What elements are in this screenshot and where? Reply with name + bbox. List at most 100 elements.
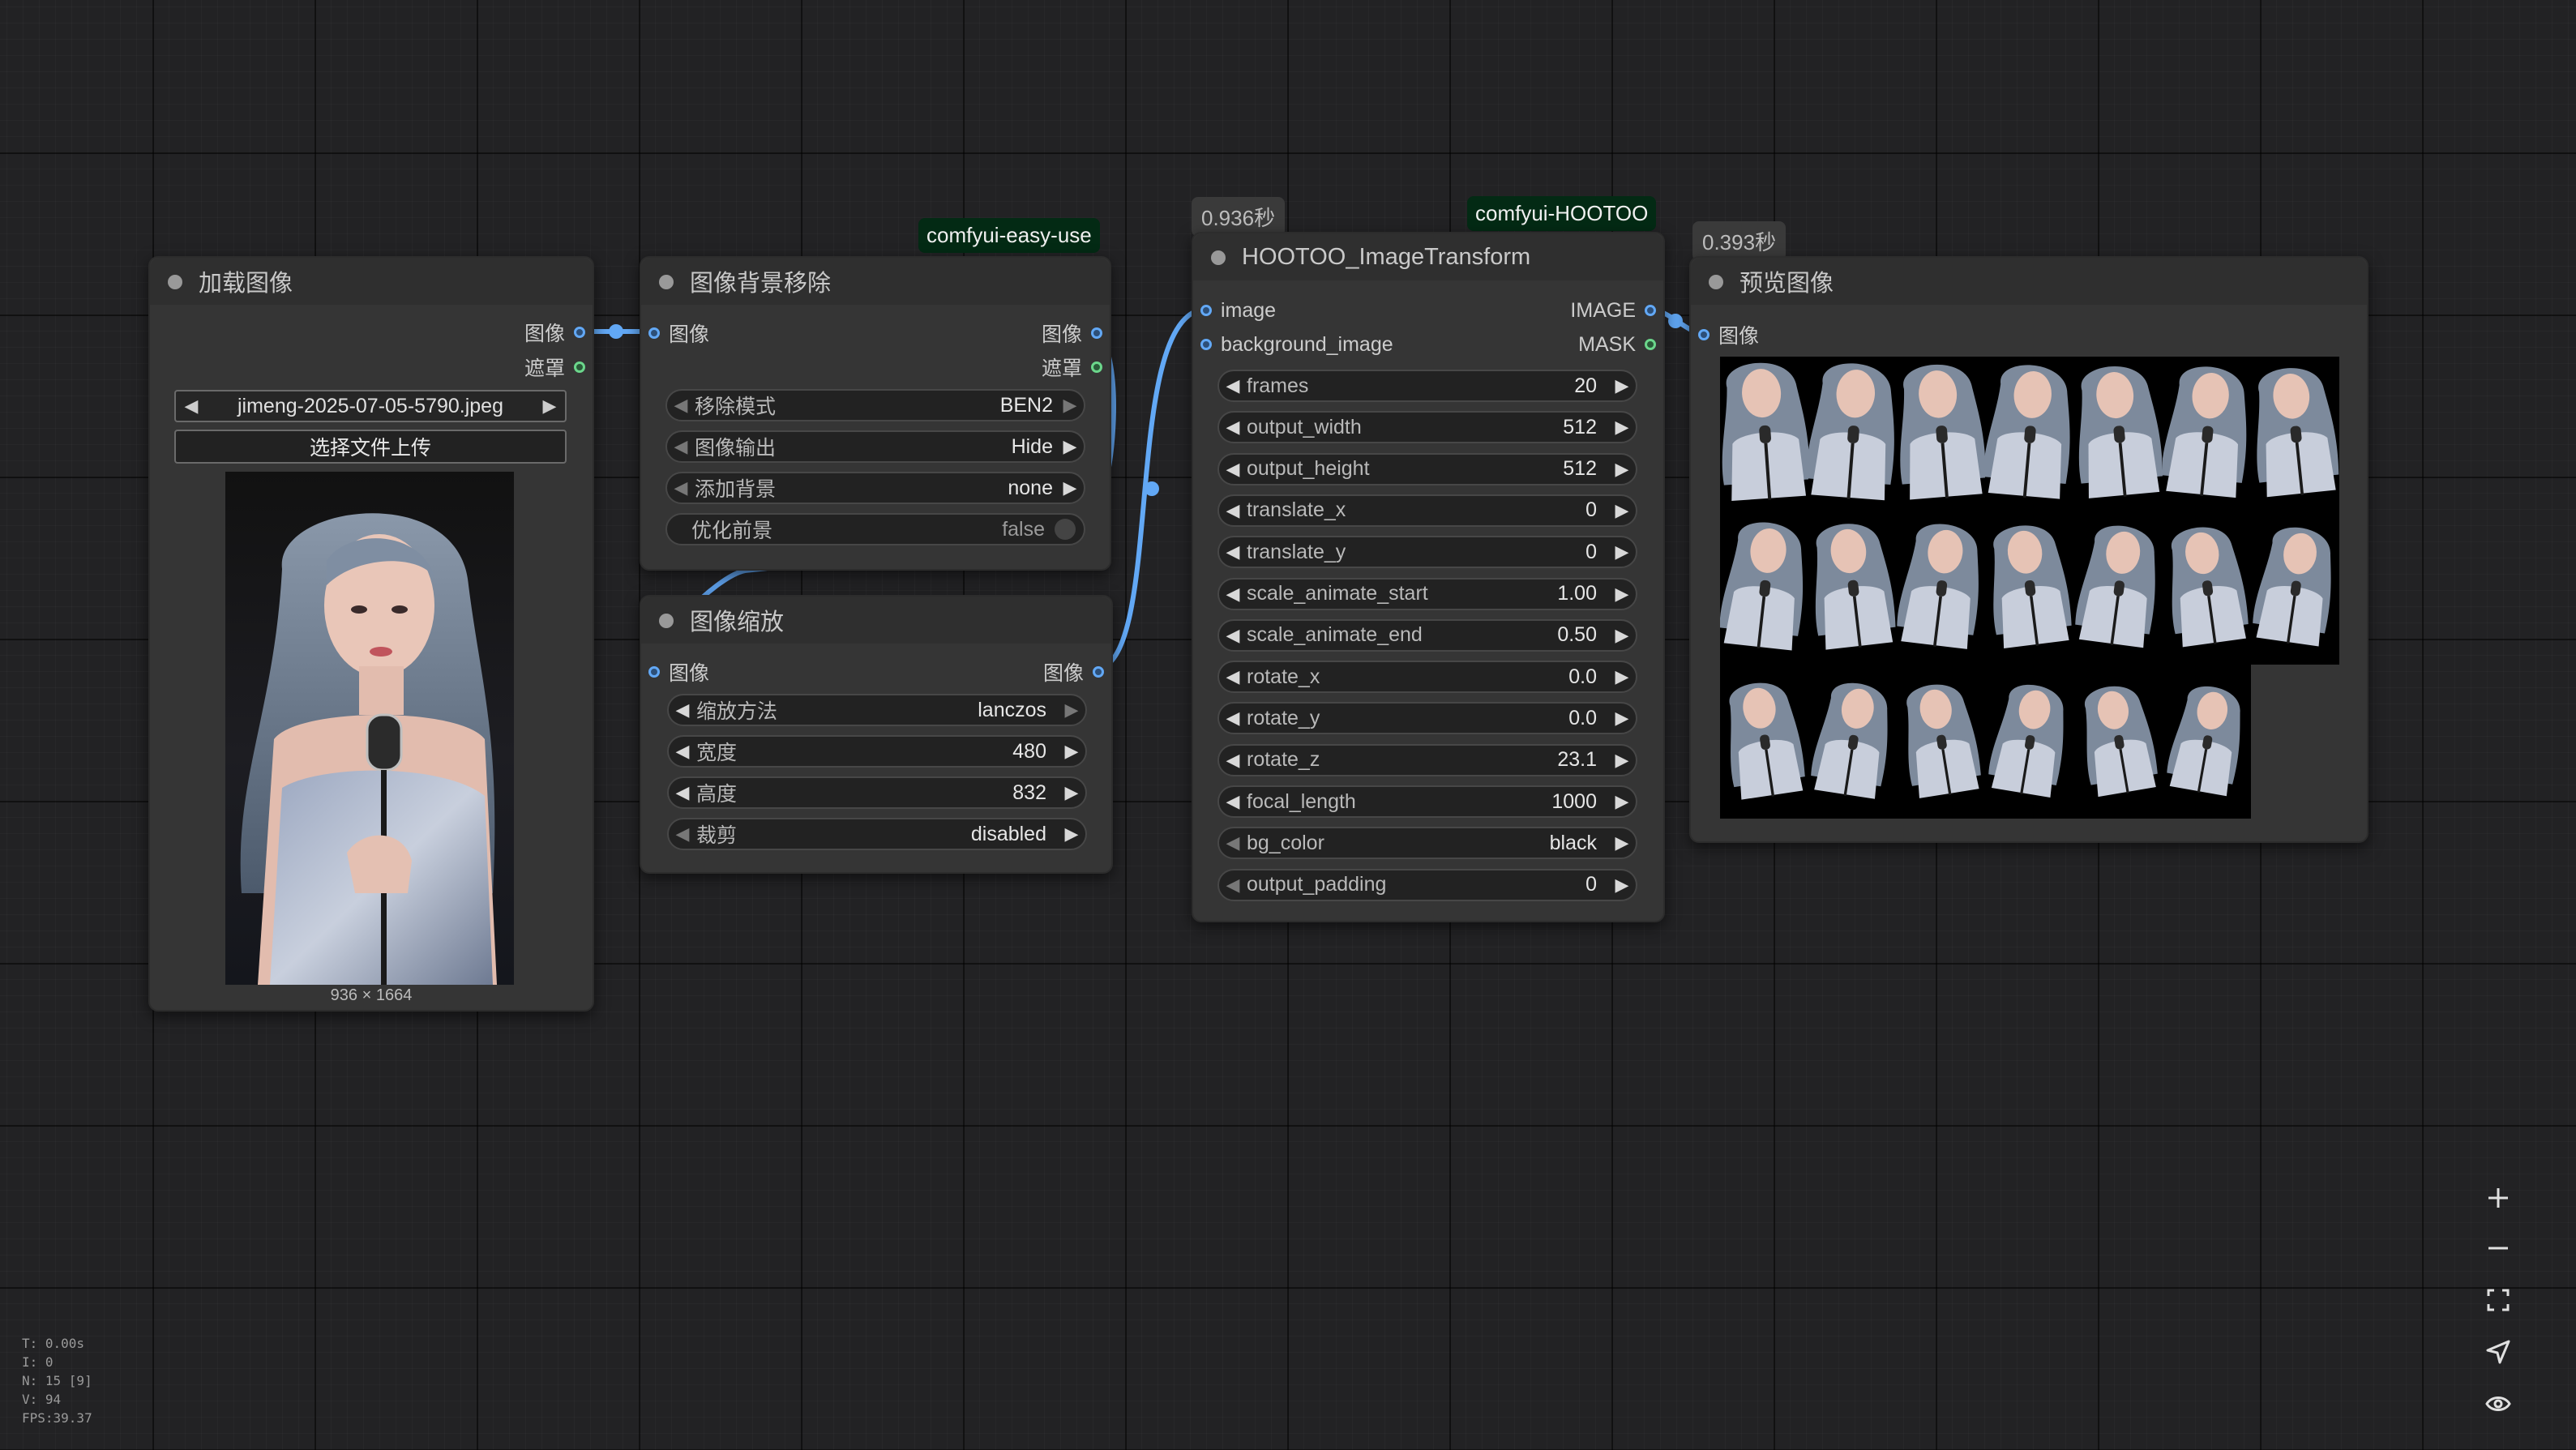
upload-button[interactable]: 选择文件上传 — [174, 430, 567, 464]
increment-arrow-icon[interactable]: ▶ — [1058, 741, 1085, 762]
preview-frame[interactable] — [2074, 665, 2163, 819]
preview-frame-grid[interactable] — [1720, 357, 2339, 819]
preview-frame[interactable] — [2251, 511, 2339, 665]
zoom-in-button[interactable] — [2469, 1174, 2527, 1222]
toggle-knob-icon[interactable] — [1055, 519, 1076, 540]
increment-arrow-icon[interactable]: ▶ — [1058, 823, 1085, 845]
decrement-arrow-icon[interactable]: ◀ — [1219, 459, 1247, 480]
widget-rotate-x[interactable]: ◀ rotate_x 0.0 ▶ — [1217, 661, 1637, 694]
node-title-bar[interactable]: 预览图像 — [1691, 258, 2367, 305]
increment-arrow-icon[interactable]: ▶ — [1058, 782, 1085, 803]
input-image-slot[interactable]: image — [1193, 298, 1276, 323]
increment-arrow-icon[interactable]: ▶ — [1608, 541, 1636, 562]
collapse-dot-icon[interactable] — [168, 275, 182, 289]
decrement-arrow-icon[interactable]: ◀ — [1219, 708, 1247, 729]
output-image-slot[interactable]: 图像 — [524, 320, 593, 345]
widget-rotate-z[interactable]: ◀ rotate_z 23.1 ▶ — [1217, 743, 1637, 776]
socket-icon[interactable] — [1645, 339, 1656, 350]
crop-combo[interactable]: ◀ 裁剪 disabled ▶ — [667, 818, 1087, 850]
collapse-dot-icon[interactable] — [659, 275, 674, 289]
widget-focal-length[interactable]: ◀ focal_length 1000 ▶ — [1217, 785, 1637, 818]
decrement-arrow-icon[interactable]: ◀ — [669, 782, 696, 803]
decrement-arrow-icon[interactable]: ◀ — [1219, 750, 1247, 771]
increment-arrow-icon[interactable]: ▶ — [1056, 477, 1084, 498]
decrement-arrow-icon[interactable]: ◀ — [667, 436, 695, 457]
widget-scale-animate-start[interactable]: ◀ scale_animate_start 1.00 ▶ — [1217, 577, 1637, 610]
decrement-arrow-icon[interactable]: ◀ — [1219, 875, 1247, 896]
decrement-arrow-icon[interactable]: ◀ — [1219, 832, 1247, 853]
socket-icon[interactable] — [574, 327, 585, 338]
locate-button[interactable] — [2469, 1328, 2527, 1376]
collapse-dot-icon[interactable] — [659, 614, 674, 628]
decrement-arrow-icon[interactable]: ◀ — [1219, 375, 1247, 396]
load-image-node[interactable]: 加载图像 图像 遮罩 ◀ jimeng-2025-07-05-5790.jpeg… — [148, 256, 594, 1012]
socket-icon[interactable] — [648, 666, 660, 678]
socket-icon[interactable] — [1093, 666, 1104, 678]
height-number[interactable]: ◀ 高度 832 ▶ — [667, 776, 1087, 809]
increment-arrow-icon[interactable]: ▶ — [1608, 584, 1636, 605]
collapse-dot-icon[interactable] — [1211, 250, 1226, 265]
widget-output-height[interactable]: ◀ output_height 512 ▶ — [1217, 452, 1637, 485]
increment-arrow-icon[interactable]: ▶ — [1608, 791, 1636, 812]
preview-frame[interactable] — [1720, 665, 1808, 819]
fit-view-button[interactable] — [2469, 1276, 2527, 1324]
image-output-combo[interactable]: ◀ 图像输出 Hide ▶ — [665, 430, 1085, 463]
decrement-arrow-icon[interactable]: ◀ — [1219, 417, 1247, 438]
node-title-bar[interactable]: HOOTOO_ImageTransform — [1193, 233, 1663, 280]
node-title-bar[interactable]: 图像缩放 — [641, 597, 1111, 644]
preview-frame[interactable] — [1720, 511, 1808, 665]
output-image-slot[interactable]: 图像 — [1042, 321, 1110, 346]
socket-icon[interactable] — [574, 361, 585, 373]
refine-foreground-toggle[interactable]: 优化前景 false — [665, 513, 1085, 545]
increment-arrow-icon[interactable]: ▶ — [1608, 708, 1636, 729]
collapse-dot-icon[interactable] — [1709, 275, 1723, 289]
decrement-arrow-icon[interactable]: ◀ — [1219, 625, 1247, 646]
output-image-slot[interactable]: 图像 — [1043, 660, 1111, 685]
file-select-widget[interactable]: ◀ jimeng-2025-07-05-5790.jpeg ▶ — [174, 390, 567, 422]
add-background-combo[interactable]: ◀ 添加背景 none ▶ — [665, 472, 1085, 504]
increment-arrow-icon[interactable]: ▶ — [1608, 375, 1636, 396]
decrement-arrow-icon[interactable]: ◀ — [667, 477, 695, 498]
decrement-arrow-icon[interactable]: ◀ — [1219, 666, 1247, 687]
zoom-out-button[interactable] — [2469, 1224, 2527, 1272]
widget-frames[interactable]: ◀ frames 20 ▶ — [1217, 370, 1637, 402]
node-title-bar[interactable]: 加载图像 — [150, 258, 593, 305]
decrement-arrow-icon[interactable]: ◀ — [669, 823, 696, 845]
increment-arrow-icon[interactable]: ▶ — [1056, 395, 1084, 416]
decrement-arrow-icon[interactable]: ◀ — [669, 699, 696, 721]
input-image-slot[interactable]: 图像 — [641, 321, 709, 346]
decrement-arrow-icon[interactable]: ◀ — [1219, 500, 1247, 521]
image-scale-node[interactable]: 图像缩放 图像 图像 ◀ 缩放方法 lanczos ▶ ◀ 宽度 480 ▶ ◀… — [640, 595, 1113, 874]
input-image-slot[interactable]: 图像 — [641, 660, 709, 685]
widget-output-width[interactable]: ◀ output_width 512 ▶ — [1217, 411, 1637, 444]
decrement-arrow-icon[interactable]: ◀ — [1219, 541, 1247, 562]
widget-scale-animate-end[interactable]: ◀ scale_animate_end 0.50 ▶ — [1217, 618, 1637, 652]
preview-frame[interactable] — [2074, 357, 2163, 511]
decrement-arrow-icon[interactable]: ◀ — [1219, 791, 1247, 812]
increment-arrow-icon[interactable]: ▶ — [1058, 699, 1085, 721]
widget-rotate-y[interactable]: ◀ rotate_y 0.0 ▶ — [1217, 702, 1637, 735]
output-mask-slot[interactable]: 遮罩 — [1042, 355, 1110, 380]
remove-mode-combo[interactable]: ◀ 移除模式 BEN2 ▶ — [665, 389, 1085, 421]
output-mask-slot[interactable]: MASK — [1578, 332, 1663, 357]
preview-frame[interactable] — [2163, 511, 2251, 665]
next-arrow-icon[interactable]: ▶ — [534, 396, 565, 417]
preview-frame[interactable] — [2162, 357, 2251, 511]
preview-frame[interactable] — [2074, 511, 2163, 665]
toggle-visibility-button[interactable] — [2469, 1379, 2527, 1428]
preview-frame[interactable] — [1720, 357, 1809, 511]
increment-arrow-icon[interactable]: ▶ — [1608, 832, 1636, 853]
increment-arrow-icon[interactable]: ▶ — [1608, 417, 1636, 438]
image-transform-node[interactable]: HOOTOO_ImageTransform image IMAGE backgr… — [1192, 232, 1665, 922]
increment-arrow-icon[interactable]: ▶ — [1608, 875, 1636, 896]
preview-frame[interactable] — [1897, 511, 1985, 665]
decrement-arrow-icon[interactable]: ◀ — [669, 741, 696, 762]
increment-arrow-icon[interactable]: ▶ — [1608, 625, 1636, 646]
preview-frame[interactable] — [2163, 665, 2251, 819]
socket-icon[interactable] — [1200, 305, 1212, 316]
socket-icon[interactable] — [1091, 361, 1102, 373]
preview-frame[interactable] — [1985, 665, 2073, 819]
socket-icon[interactable] — [1091, 327, 1102, 339]
width-number[interactable]: ◀ 宽度 480 ▶ — [667, 735, 1087, 768]
scale-method-combo[interactable]: ◀ 缩放方法 lanczos ▶ — [667, 694, 1087, 726]
